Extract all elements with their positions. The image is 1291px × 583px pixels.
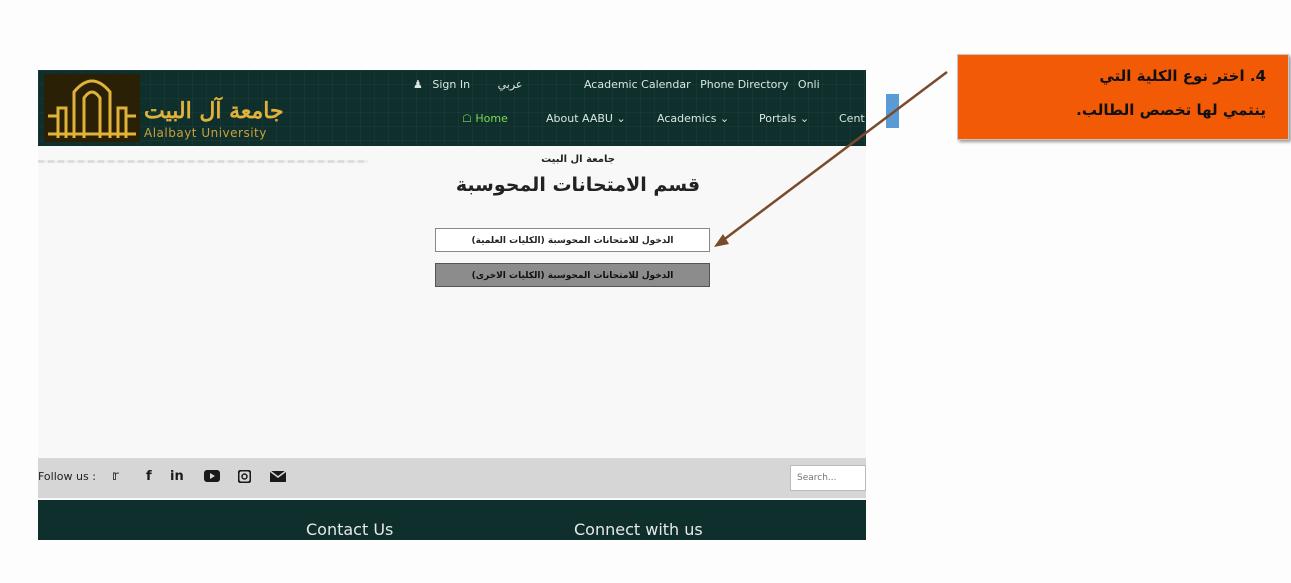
callout-line-2: ينتمي لها تخصص الطالب.: [1076, 101, 1266, 119]
callout-line-1: 4. اختر نوع الكلية التي: [1099, 67, 1266, 85]
instruction-callout: 4. اختر نوع الكلية التي ينتمي لها تخصص ا…: [957, 54, 1289, 140]
